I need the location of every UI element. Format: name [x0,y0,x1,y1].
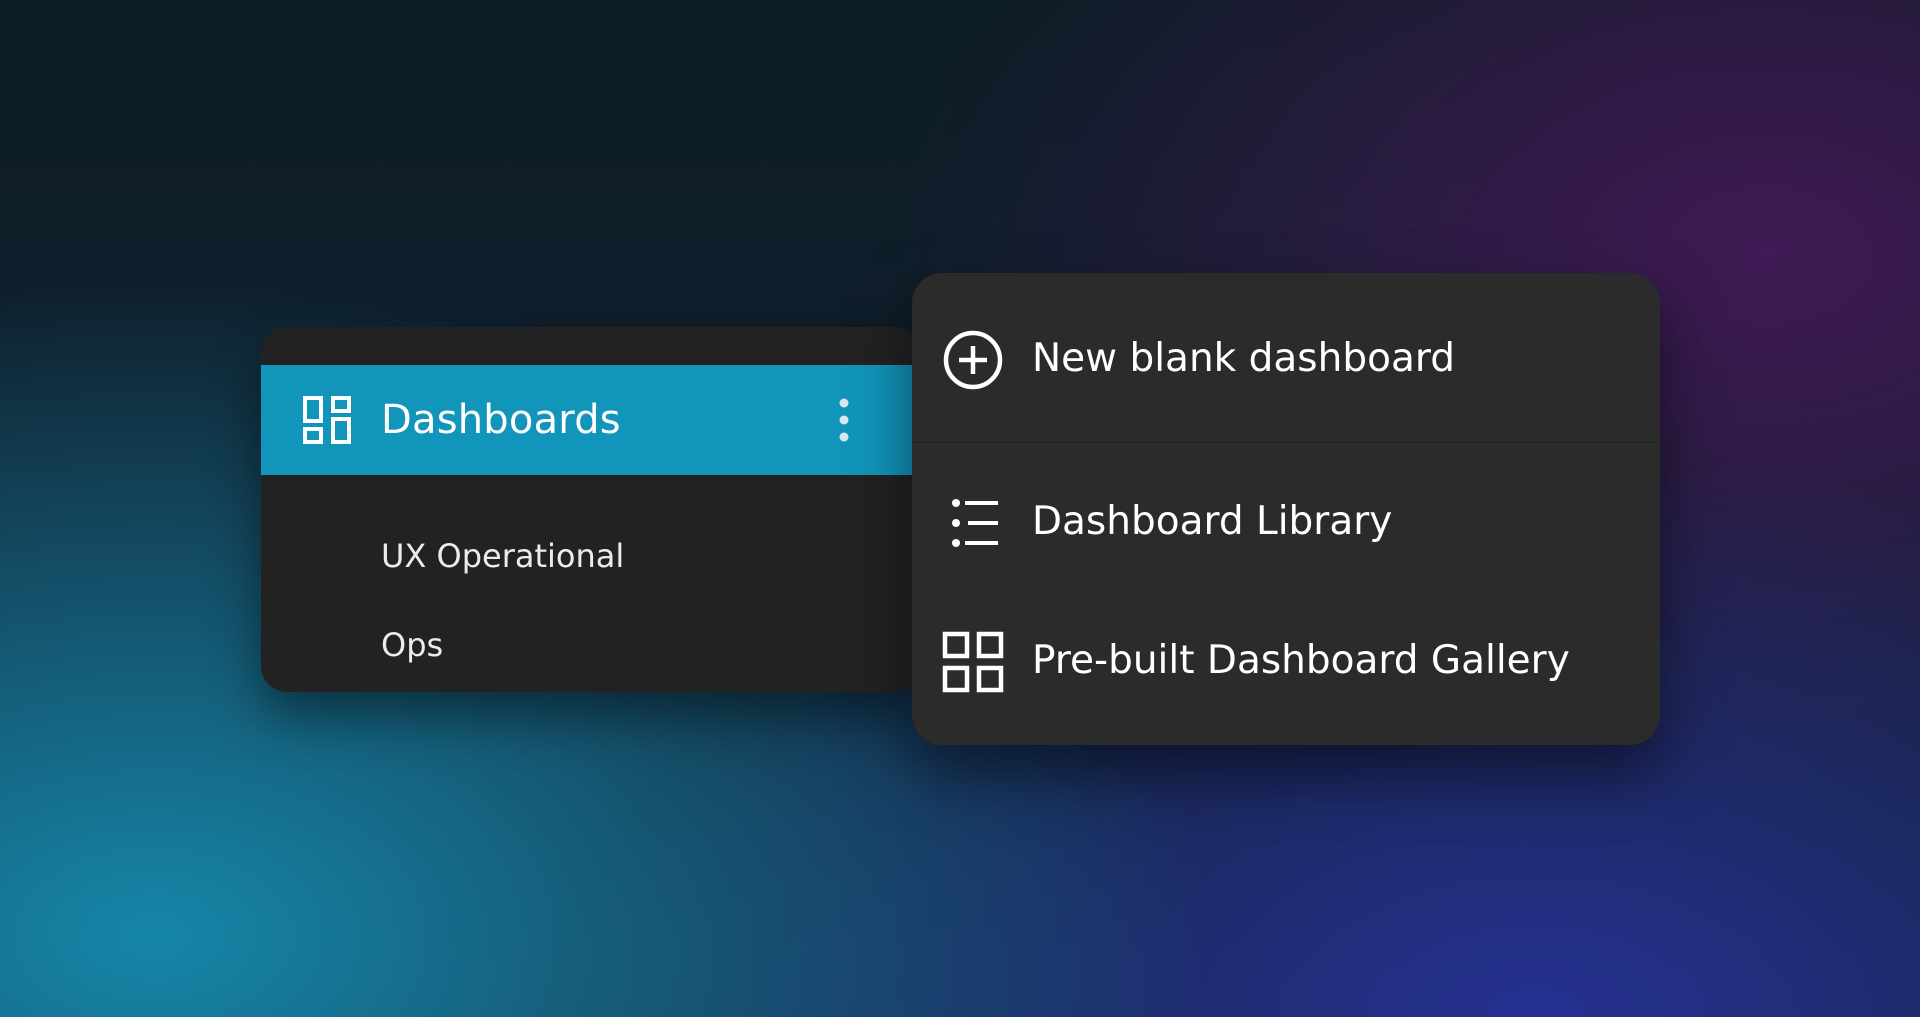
grid-icon [942,631,1004,693]
menu-divider [912,441,1660,443]
dashboard-icon [303,396,351,444]
menu-item-label: Pre-built Dashboard Gallery [1032,638,1570,683]
nav-item-label: Dashboards [381,397,621,443]
dashboard-options-menu: New blank dashboard Dashboard Library Pr… [912,273,1660,745]
nav-subitem-ops[interactable]: Ops [381,620,443,670]
menu-item-new-blank-dashboard[interactable]: New blank dashboard [912,309,1660,409]
add-circle-icon [942,329,1004,391]
menu-item-label: New blank dashboard [1032,336,1455,381]
dashboards-nav-panel: Dashboards UX Operational Ops [261,327,921,692]
list-icon [942,492,1004,554]
nav-subitem-ux-operational[interactable]: UX Operational [381,531,624,581]
menu-item-prebuilt-dashboard-gallery[interactable]: Pre-built Dashboard Gallery [912,611,1660,711]
menu-item-label: Dashboard Library [1032,499,1393,544]
menu-item-dashboard-library[interactable]: Dashboard Library [912,472,1660,572]
more-vertical-icon[interactable] [829,397,859,443]
nav-item-dashboards[interactable]: Dashboards [261,365,921,475]
